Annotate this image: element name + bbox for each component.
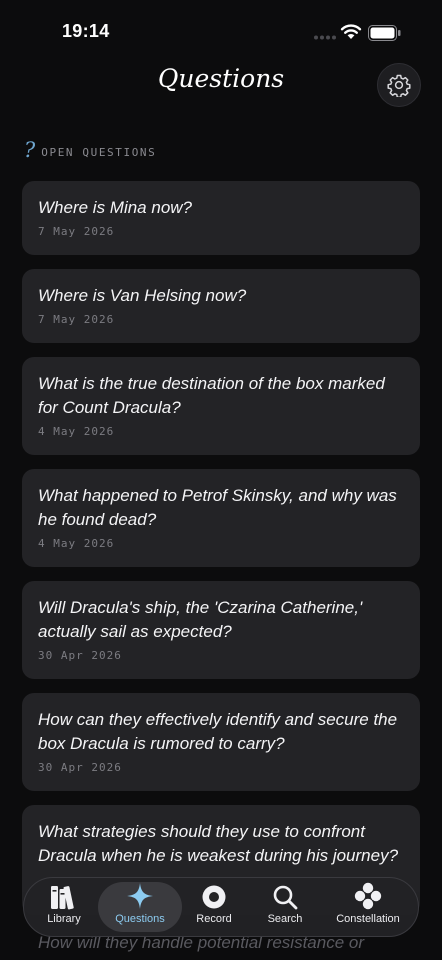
wifi-icon — [340, 24, 362, 39]
tab-label: Record — [196, 913, 232, 925]
battery-icon — [368, 25, 401, 41]
question-text: What strategies should they use to confr… — [38, 822, 399, 865]
tab-search[interactable]: Search — [260, 882, 310, 932]
question-date: 4 May 2026 — [38, 425, 115, 438]
question-card[interactable]: What is the true destination of the box … — [22, 357, 420, 455]
tab-label: Search — [267, 913, 303, 925]
tab-constellation[interactable]: Constellation — [330, 882, 406, 932]
settings-button[interactable] — [377, 63, 421, 107]
question-date: 30 Apr 2026 — [38, 761, 122, 774]
tab-record[interactable]: Record — [188, 882, 240, 932]
tab-bar: Library Questions Record Search Constell… — [23, 877, 419, 937]
question-card[interactable]: Where is Mina now? 7 May 2026 — [22, 181, 420, 255]
sparkle-icon — [127, 883, 153, 909]
cellular-signal-icon — [314, 35, 336, 40]
books-icon — [51, 886, 74, 910]
tab-label: Library — [47, 913, 81, 925]
section-header: ? OPEN QUESTIONS — [24, 138, 157, 162]
constellation-icon — [354, 882, 382, 910]
tab-label: Questions — [115, 913, 165, 925]
tab-questions[interactable]: Questions — [98, 882, 182, 932]
gear-icon — [387, 74, 411, 97]
question-text: How can they effectively identify and se… — [38, 710, 398, 753]
question-text: Where is Van Helsing now? — [38, 286, 247, 305]
question-card[interactable]: Where is Van Helsing now? 7 May 2026 — [22, 269, 420, 343]
question-mark-icon: ? — [24, 138, 36, 162]
question-text: Will Dracula's ship, the 'Czarina Cather… — [38, 598, 363, 641]
tab-library[interactable]: Library — [36, 882, 92, 932]
question-card[interactable]: What happened to Petrof Skinsky, and why… — [22, 469, 420, 567]
tab-label: Constellation — [336, 913, 400, 925]
search-icon — [273, 885, 298, 910]
status-time: 19:14 — [62, 21, 110, 41]
question-text: What happened to Petrof Skinsky, and why… — [38, 486, 397, 529]
question-date: 7 May 2026 — [38, 225, 115, 238]
question-card[interactable]: How can they effectively identify and se… — [22, 693, 420, 791]
question-date: 4 May 2026 — [38, 537, 115, 550]
status-bar: 19:14 — [0, 0, 442, 60]
record-icon — [202, 885, 226, 909]
question-text: What is the true destination of the box … — [38, 374, 385, 417]
question-card[interactable]: Will Dracula's ship, the 'Czarina Cather… — [22, 581, 420, 679]
question-date: 7 May 2026 — [38, 313, 115, 326]
section-label: OPEN QUESTIONS — [41, 145, 157, 159]
question-text: Where is Mina now? — [38, 198, 193, 217]
question-date: 30 Apr 2026 — [38, 649, 122, 662]
page-title: Questions — [157, 64, 285, 93]
